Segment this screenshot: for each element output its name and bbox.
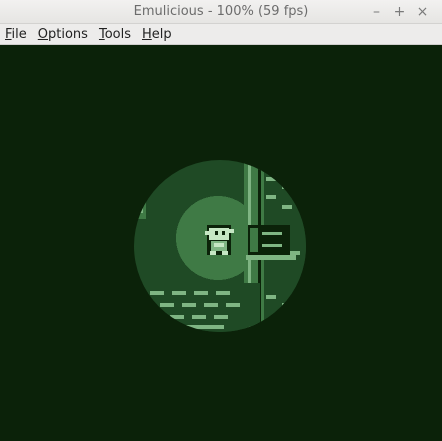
gate-rail-lower (262, 244, 282, 247)
emulator-window: Emulicious - 100% (59 fps) – + × File Op… (0, 0, 442, 441)
close-icon[interactable]: × (411, 3, 434, 21)
menu-options[interactable]: Options (37, 27, 89, 42)
game-screen[interactable] (0, 45, 442, 441)
menu-options-mnemonic: O (37, 26, 49, 42)
title-bar[interactable]: Emulicious - 100% (59 fps) – + × (0, 0, 442, 24)
game-scene (0, 45, 442, 441)
menu-help[interactable]: Help (141, 27, 173, 42)
minimize-icon[interactable]: – (365, 3, 388, 21)
gate-rail (262, 232, 282, 235)
menu-tools-label: ools (104, 26, 131, 42)
gate-ledge (246, 255, 296, 260)
menu-bar: File Options Tools Help (0, 24, 442, 45)
menu-help-mnemonic: H (141, 26, 152, 42)
maximize-icon[interactable]: + (388, 3, 411, 21)
menu-tools[interactable]: Tools (98, 27, 132, 42)
menu-file-label: ile (11, 26, 27, 42)
menu-options-label: ptions (48, 26, 88, 42)
player-sprite (205, 225, 234, 255)
menu-help-label: elp (151, 26, 172, 42)
menu-file[interactable]: File (4, 27, 28, 42)
gate-bar (250, 228, 258, 252)
window-controls: – + × (365, 3, 434, 21)
